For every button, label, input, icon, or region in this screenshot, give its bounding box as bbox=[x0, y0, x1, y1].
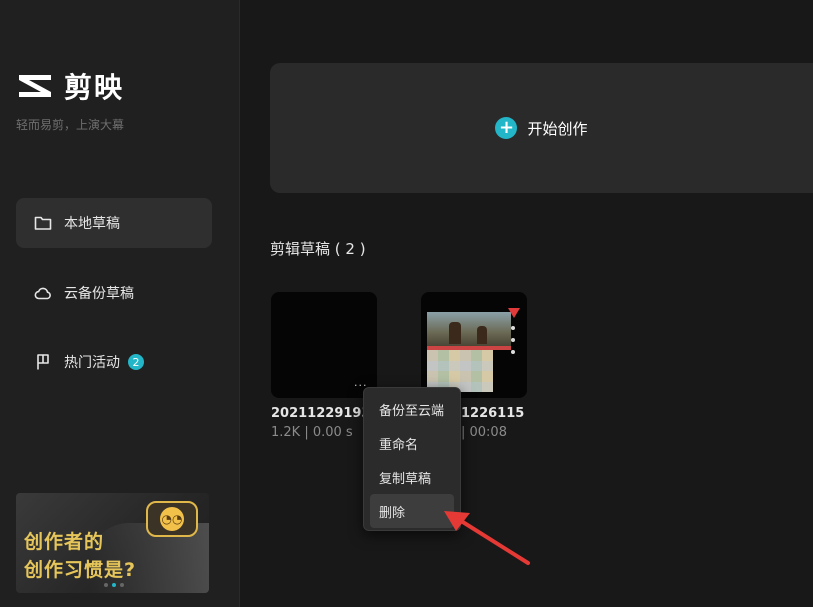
app-name: 剪映 bbox=[64, 71, 125, 104]
banner-dot[interactable] bbox=[120, 583, 124, 587]
cloud-icon bbox=[34, 284, 52, 302]
menu-item-backup-to-cloud[interactable]: 备份至云端 bbox=[370, 392, 454, 426]
app-logo: 剪映 bbox=[16, 66, 124, 106]
banner-pagination bbox=[104, 583, 124, 587]
annotation-arrow-icon bbox=[444, 511, 530, 565]
draft-preview-mosaic bbox=[427, 350, 493, 392]
sidebar-item-cloud-drafts[interactable]: 云备份草稿 bbox=[16, 268, 212, 318]
thinking-emoji-icon: ◔◔ bbox=[160, 507, 184, 531]
sidebar-item-label: 本地草稿 bbox=[64, 216, 120, 232]
folder-icon bbox=[34, 214, 52, 232]
flag-icon bbox=[34, 353, 52, 371]
sidebar-item-label: 热门活动 bbox=[64, 355, 120, 371]
drafts-section-title: 剪辑草稿 ( 2 ) bbox=[270, 240, 366, 258]
draft-name: 20211229193 bbox=[271, 406, 371, 421]
app-tagline: 轻而易剪，上演大幕 bbox=[16, 118, 125, 132]
menu-item-rename[interactable]: 重命名 bbox=[370, 426, 454, 460]
plus-icon: + bbox=[495, 117, 518, 139]
banner-dot-active[interactable] bbox=[112, 583, 116, 587]
sidebar: 剪映 轻而易剪，上演大幕 本地草稿 云备份草稿 热门活动 2 ◔◔ 创作者的 创… bbox=[0, 0, 240, 607]
sidebar-item-local-drafts[interactable]: 本地草稿 bbox=[16, 198, 212, 248]
sidebar-item-label: 云备份草稿 bbox=[64, 286, 134, 302]
start-creation-button[interactable]: + 开始创作 bbox=[270, 63, 813, 193]
draft-name: 1226115 bbox=[461, 406, 525, 421]
sidebar-item-hot-events[interactable]: 热门活动 2 bbox=[16, 337, 212, 387]
menu-item-duplicate-draft[interactable]: 复制草稿 bbox=[370, 460, 454, 494]
banner-title-line2: 创作习惯是? bbox=[24, 559, 137, 581]
draft-meta: 1.2K | 0.00 s bbox=[271, 425, 353, 440]
draft-meta: | 00:08 bbox=[461, 425, 507, 440]
capcut-logo-icon bbox=[19, 75, 51, 97]
promo-banner[interactable]: ◔◔ 创作者的 创作习惯是? bbox=[16, 493, 209, 593]
down-arrow-icon bbox=[508, 308, 520, 318]
start-creation-label: 开始创作 bbox=[527, 119, 588, 138]
banner-dot[interactable] bbox=[104, 583, 108, 587]
draft-thumbnail[interactable] bbox=[421, 292, 527, 398]
notification-badge: 2 bbox=[128, 354, 144, 370]
draft-preview-sidebar bbox=[508, 308, 520, 388]
draft-preview-image bbox=[427, 312, 511, 346]
banner-speech-bubble: ◔◔ bbox=[146, 501, 198, 537]
banner-title-line1: 创作者的 bbox=[24, 531, 105, 553]
